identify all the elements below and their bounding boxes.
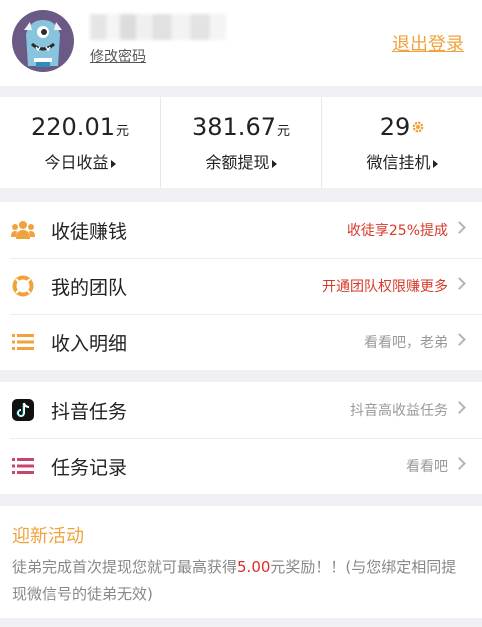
activity-description: 徒弟完成首次提现您就可最高获得5.00元奖励！！(与您绑定相同提现微信号的徒弟无… (12, 554, 470, 608)
menu-item-income-detail[interactable]: 收入明细 看看吧，老弟 (0, 314, 482, 370)
menu-item-hint: 抖音高收益任务 (350, 403, 448, 419)
wechat-hangup-value: 29 (379, 113, 411, 141)
today-income-value: 220.01 (31, 113, 115, 141)
stat-wechat-hangup[interactable]: 29 微信挂机 (321, 97, 482, 188)
list-icon (11, 330, 35, 354)
gear-icon (412, 121, 424, 133)
stat-balance-withdraw[interactable]: 381.67元 余额提现 (160, 97, 321, 188)
chevron-right-icon (453, 333, 466, 346)
wechat-hangup-label: 微信挂机 (366, 153, 431, 172)
menu-item-task-record[interactable]: 任务记录 看看吧 (0, 438, 482, 494)
newcomer-activity: 迎新活动 徒弟完成首次提现您就可最高获得5.00元奖励！！(与您绑定相同提现微信… (0, 506, 482, 618)
menu-item-hint: 收徒享25%提成 (346, 223, 448, 239)
list-icon (11, 454, 35, 478)
chevron-right-icon (453, 221, 466, 234)
menu-item-recruit[interactable]: 收徒赚钱 收徒享25%提成 (0, 202, 482, 258)
menu-item-label: 我的团队 (51, 276, 128, 299)
activity-title: 迎新活动 (12, 526, 84, 547)
today-income-label: 今日收益 (44, 153, 109, 172)
balance-value: 381.67 (192, 113, 276, 141)
change-password-link[interactable]: 修改密码 (90, 46, 146, 66)
stats-bar: 220.01元 今日收益 381.67元 余额提现 29 微信挂机 (0, 97, 482, 188)
chevron-right-icon (453, 457, 466, 470)
menu-item-hint: 看看吧 (406, 459, 448, 475)
balance-label: 余额提现 (205, 153, 270, 172)
menu-item-hint: 看看吧，老弟 (364, 335, 448, 351)
triangle-right-icon (271, 159, 277, 168)
tiktok-icon (11, 398, 35, 422)
stat-today-income[interactable]: 220.01元 今日收益 (0, 97, 160, 188)
profile-header: 修改密码 退出登录 (0, 0, 482, 86)
menu-item-label: 任务记录 (51, 456, 128, 479)
lifebuoy-icon (11, 274, 35, 298)
activity-text-before: 徒弟完成首次提现您就可最高获得 (12, 558, 238, 576)
menu-card-main: 收徒赚钱 收徒享25%提成 我的团队 开通团队权限赚更多 收入明细 看看吧，老弟 (0, 202, 482, 370)
balance-unit: 元 (276, 124, 290, 139)
menu-card-tasks: 抖音任务 抖音高收益任务 任务记录 看看吧 (0, 382, 482, 494)
activity-amount: 5.00 (237, 558, 271, 576)
logout-button[interactable]: 退出登录 (392, 30, 464, 56)
menu-item-hint: 开通团队权限赚更多 (322, 279, 448, 295)
menu-item-label: 抖音任务 (51, 400, 128, 423)
avatar[interactable] (12, 10, 74, 72)
username-blurred (90, 14, 226, 40)
chevron-right-icon (453, 401, 466, 414)
menu-item-team[interactable]: 我的团队 开通团队权限赚更多 (0, 258, 482, 314)
today-income-unit: 元 (115, 124, 129, 139)
users-icon (11, 218, 35, 242)
menu-item-label: 收徒赚钱 (51, 220, 128, 243)
menu-item-label: 收入明细 (51, 332, 128, 355)
triangle-right-icon (110, 159, 116, 168)
chevron-right-icon (453, 277, 466, 290)
triangle-right-icon (432, 159, 438, 168)
menu-item-douyin-task[interactable]: 抖音任务 抖音高收益任务 (0, 382, 482, 438)
